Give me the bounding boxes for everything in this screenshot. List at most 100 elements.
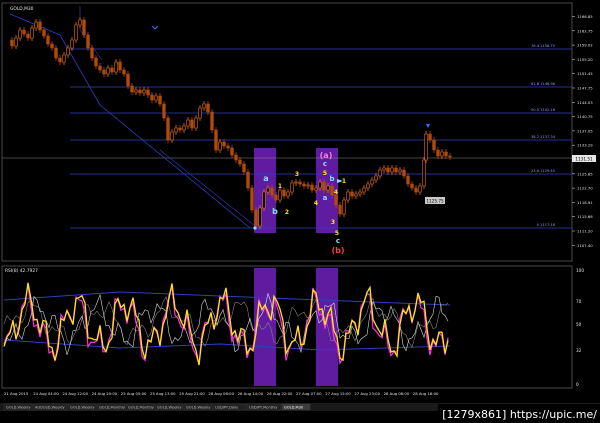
time-tick: 27 Aug 15:00 [325, 391, 351, 396]
candle-body [410, 183, 414, 189]
candle-body [428, 133, 432, 141]
price-tick: 1155.20 [577, 57, 593, 62]
candle-body [290, 182, 294, 193]
candle-body [206, 103, 210, 113]
fib-label: 0 1117.18 [537, 223, 556, 227]
candle-body [186, 119, 190, 127]
candle-body [90, 47, 94, 59]
candle-body [306, 184, 310, 187]
candle-body [230, 147, 234, 156]
candle-body [250, 187, 254, 211]
time-tick: 24 Aug 04:00 [33, 391, 59, 396]
candle-body [354, 193, 358, 197]
wave-label: a [263, 174, 268, 183]
candle-body [226, 145, 230, 149]
candle-body [30, 27, 34, 39]
time-tick: 25 Aug 05:00 [121, 391, 147, 396]
chart-tab-label: GOLD,Monthly [128, 406, 155, 410]
chart-tab-label: GOLD,M30 [284, 406, 304, 410]
wave-label: c [323, 160, 327, 168]
current-price-text: 1131.51 [575, 157, 593, 162]
candle-body [58, 57, 62, 63]
candle-body [158, 95, 162, 105]
trading-chart: 76.4 1158.75 61.8 1146.96 50.0 1142.16 3… [0, 2, 600, 423]
price-tick: 1147.75 [577, 86, 593, 91]
wave-label: 1 [278, 183, 282, 190]
marker-icon [253, 226, 257, 230]
wave-label: b [329, 175, 334, 183]
candle-body [310, 184, 314, 191]
time-tick: 25 Aug 13:00 [150, 391, 176, 396]
price-tag-text: 1125.75 [426, 199, 444, 204]
fib-label: 23.6 1129.45 [531, 169, 555, 173]
candle-body [66, 47, 70, 56]
rsi-label: RSI(8) 42.7927 [5, 268, 38, 274]
candle-body [166, 117, 170, 141]
candle-body [70, 39, 74, 49]
candle-body [106, 67, 110, 75]
candle-body [134, 89, 138, 93]
candle-body [142, 89, 146, 94]
chart-tab-label: AUDUSD,Weekly [35, 406, 66, 410]
time-tick: 28 Aug 08:00 [384, 391, 410, 396]
candle-body [338, 204, 342, 215]
candle-body [74, 24, 78, 41]
chart-tabs[interactable]: GOLD,Weekly AUDUSD,Weekly GOLD,Weekly GOLD,… [3, 403, 311, 411]
wave-label: a [323, 194, 328, 202]
candle-body [86, 34, 90, 49]
candle-body [198, 107, 202, 119]
chart-tab-label: GOLD,Weekly [186, 406, 211, 410]
candle-body [386, 167, 390, 173]
wave-label: (a) [320, 151, 333, 160]
fib-label: 76.4 1158.75 [531, 44, 555, 48]
chart-tab-label: GOLD,Weekly [157, 406, 182, 410]
candle-body [94, 57, 98, 67]
candle-body [398, 169, 402, 173]
wave-label: 5 [323, 170, 327, 177]
candle-body [302, 183, 306, 187]
candle-body [436, 149, 440, 157]
candle-body [54, 47, 58, 59]
candle-body [378, 169, 382, 177]
wave-label: b [272, 207, 278, 216]
watermark-text: [1279x861] https://upic.me/ [442, 408, 597, 421]
candle-body [382, 167, 386, 171]
candle-body [98, 65, 102, 71]
candle-body [294, 181, 298, 184]
price-tick: 1140.75 [577, 114, 593, 119]
candle-body [298, 181, 302, 185]
time-tick: 21 Aug 2015 [4, 391, 29, 396]
price-tick: 1111.20 [577, 229, 593, 234]
candle-body [358, 191, 362, 195]
candle-body [14, 37, 18, 47]
candle-body [350, 191, 354, 197]
candle-body [254, 209, 258, 227]
candle-body [10, 39, 14, 47]
candle-body [334, 194, 338, 206]
candle-body [214, 129, 218, 151]
candle-body [22, 29, 26, 35]
candle-body [102, 69, 106, 75]
candle-body [366, 183, 370, 189]
candle-body [82, 19, 86, 36]
candle-body [18, 29, 22, 39]
candle-body [46, 35, 50, 45]
rsi-tick: 100 [576, 268, 584, 273]
wave-label: 3 [295, 171, 299, 178]
time-tick: 27 Aug 07:00 [296, 391, 322, 396]
candle-body [234, 154, 238, 161]
candle-body [448, 155, 452, 158]
candle-body [110, 67, 114, 73]
price-tick: 1122.70 [577, 186, 593, 191]
chart-tab-label: GOLD,Weekly [70, 406, 95, 410]
time-tick: 26 Aug 06:00 [208, 391, 234, 396]
candle-body [78, 19, 82, 26]
candle-body [130, 85, 134, 93]
price-tick: 1162.75 [577, 28, 593, 33]
candle-body [222, 141, 226, 147]
candle-body [38, 21, 42, 31]
candle-body [270, 187, 274, 196]
rsi-tick: 50 [576, 322, 582, 327]
candle-body [146, 89, 150, 96]
candle-body [162, 103, 166, 119]
